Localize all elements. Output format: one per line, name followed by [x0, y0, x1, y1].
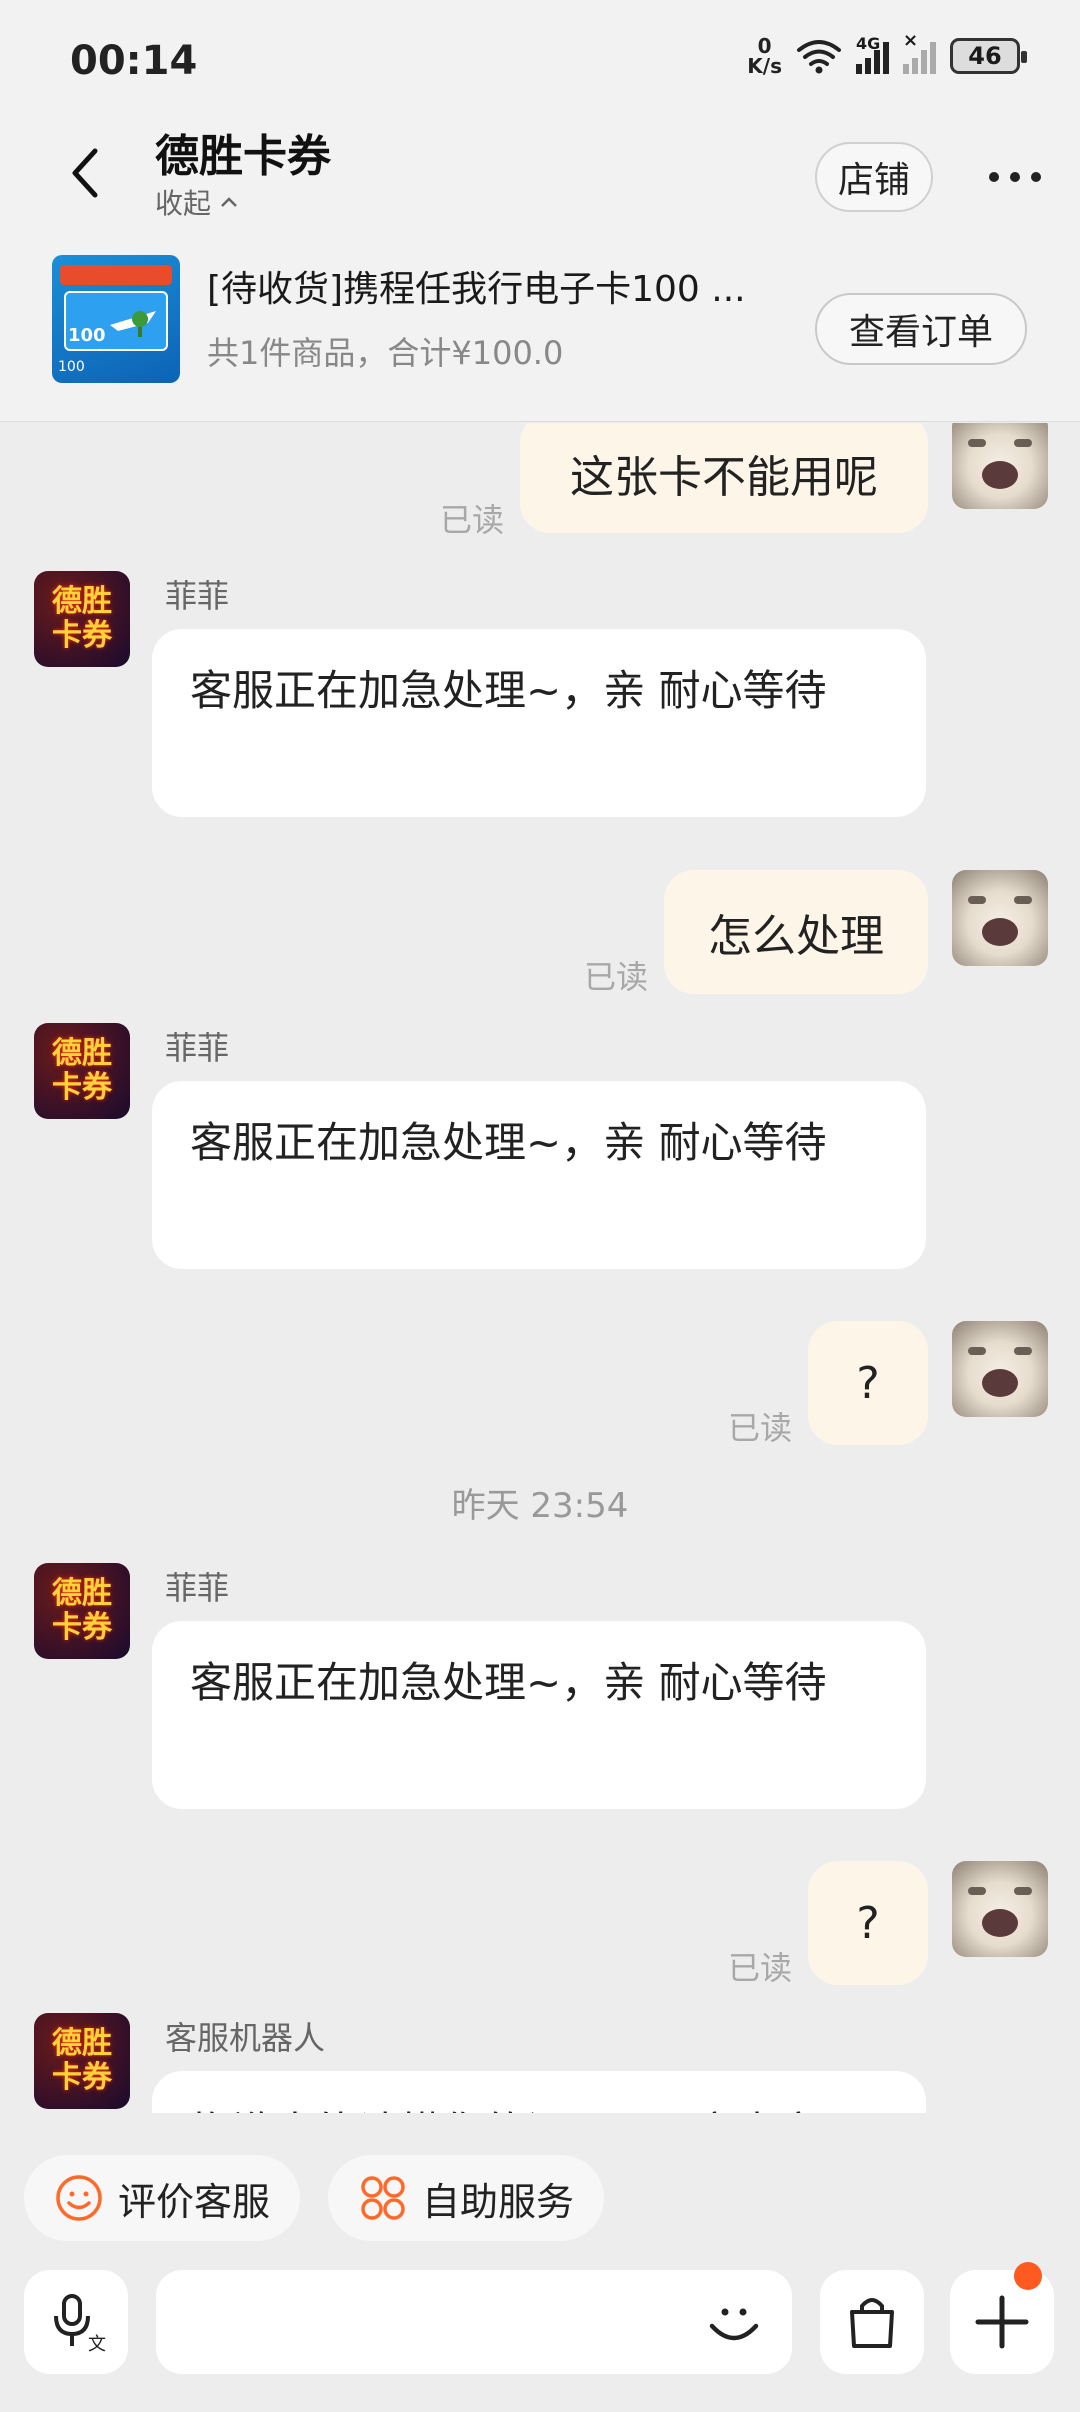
network-speed: 0 K/s [747, 34, 782, 78]
user-avatar[interactable] [952, 870, 1048, 966]
time-separator: 昨天 23:54 [451, 1486, 629, 1526]
chevron-left-icon [72, 148, 98, 198]
microphone-icon: 文 [54, 2294, 106, 2354]
seller-avatar[interactable]: 德胜 卡券 [34, 571, 130, 667]
message-bubble[interactable]: 抱歉未能读懂您的问题，用户内容 [152, 2071, 926, 2113]
input-bar: 文 [0, 2258, 1080, 2412]
message-outgoing: 已读 ? [0, 1861, 1080, 1991]
message-bubble[interactable]: 怎么处理 [664, 870, 928, 994]
voice-input-button[interactable]: 文 [24, 2270, 128, 2374]
shop-bag-button[interactable] [820, 2270, 924, 2374]
shop-button[interactable]: 店铺 [815, 142, 933, 212]
read-status: 已读 [728, 1949, 793, 1987]
cellular-signal-2-icon: × [903, 30, 936, 74]
rate-service-label: 评价客服 [118, 2179, 271, 2224]
shop-title: 德胜卡券 [155, 131, 331, 182]
user-avatar[interactable] [952, 1321, 1048, 1417]
chat-message-list[interactable]: 已读 这张卡不能用呢 德胜 卡券 菲菲 客服正在加急处理~，亲 耐心等待 已读 … [0, 423, 1080, 2113]
sender-name: 菲菲 [165, 1029, 230, 1067]
cellular-signal-icon: 4G [856, 34, 889, 74]
message-bubble[interactable]: 这张卡不能用呢 [520, 423, 928, 533]
message-outgoing: 已读 怎么处理 [0, 870, 1080, 1000]
more-dots-icon [989, 172, 1041, 182]
message-outgoing: 已读 这张卡不能用呢 [0, 423, 1080, 553]
collapse-toggle[interactable]: 收起 [155, 182, 239, 222]
more-button[interactable] [980, 142, 1050, 212]
shopping-bag-icon [850, 2298, 894, 2348]
view-order-button[interactable]: 查看订单 [815, 293, 1027, 365]
status-bar: 00:14 0 K/s 4G × 46 [0, 0, 1080, 125]
read-status: 已读 [728, 1409, 793, 1447]
quick-actions: 评价客服 自助服务 [0, 2135, 1080, 2255]
order-summary: 共1件商品，合计¥100.0 [207, 334, 564, 372]
order-product-thumbnail[interactable]: 100 100 [52, 255, 180, 383]
chat-header: 德胜卡券 收起 店铺 100 100 [待收货]携程任我行电子卡100 ... … [0, 110, 1080, 422]
message-outgoing: 已读 ? [0, 1321, 1080, 1451]
user-avatar[interactable] [952, 423, 1048, 509]
status-time: 00:14 [70, 38, 198, 84]
user-avatar[interactable] [952, 1861, 1048, 1957]
grid-apps-icon [361, 2176, 405, 2220]
read-status: 已读 [440, 501, 505, 539]
plus-icon [975, 2295, 1029, 2349]
message-incoming: 德胜 卡券 菲菲 客服正在加急处理~，亲 耐心等待 [0, 1563, 1080, 1823]
message-bubble[interactable]: 客服正在加急处理~，亲 耐心等待 [152, 1081, 926, 1269]
sender-name: 菲菲 [165, 577, 230, 615]
message-incoming: 德胜 卡券 菲菲 客服正在加急处理~，亲 耐心等待 [0, 1023, 1080, 1283]
sender-name: 菲菲 [165, 1569, 230, 1607]
message-incoming: 德胜 卡券 客服机器人 抱歉未能读懂您的问题，用户内容 [0, 2013, 1080, 2113]
message-bubble[interactable]: 客服正在加急处理~，亲 耐心等待 [152, 1621, 926, 1809]
message-incoming: 德胜 卡券 菲菲 客服正在加急处理~，亲 耐心等待 [0, 571, 1080, 831]
notification-dot [1014, 2262, 1042, 2290]
message-bubble[interactable]: ? [808, 1321, 928, 1445]
smile-icon[interactable] [704, 2292, 764, 2352]
message-input[interactable] [156, 2270, 792, 2374]
battery-icon: 46 [950, 38, 1027, 74]
seller-avatar[interactable]: 德胜 卡券 [34, 1023, 130, 1119]
thumb-small-value: 100 [58, 359, 85, 375]
svg-text:文: 文 [88, 2334, 106, 2354]
chevron-up-icon [221, 197, 237, 207]
add-more-button[interactable] [950, 2262, 1054, 2374]
network-type: 4G [856, 34, 881, 53]
smile-circle-icon [56, 2175, 102, 2221]
self-service-label: 自助服务 [422, 2179, 575, 2224]
order-title[interactable]: [待收货]携程任我行电子卡100 ... [207, 260, 787, 312]
message-bubble[interactable]: 客服正在加急处理~，亲 耐心等待 [152, 629, 926, 817]
sender-name: 客服机器人 [165, 2019, 326, 2057]
status-icons: 0 K/s 4G × 46 [747, 30, 1027, 78]
read-status: 已读 [584, 958, 649, 996]
seller-avatar[interactable]: 德胜 卡券 [34, 2013, 130, 2109]
message-bubble[interactable]: ? [808, 1861, 928, 1985]
wifi-icon [797, 40, 841, 74]
back-button[interactable] [50, 138, 120, 208]
seller-avatar[interactable]: 德胜 卡券 [34, 1563, 130, 1659]
thumb-face-value: 100 [68, 325, 106, 346]
rate-service-button[interactable]: 评价客服 [24, 2155, 301, 2241]
self-service-button[interactable]: 自助服务 [328, 2155, 605, 2241]
